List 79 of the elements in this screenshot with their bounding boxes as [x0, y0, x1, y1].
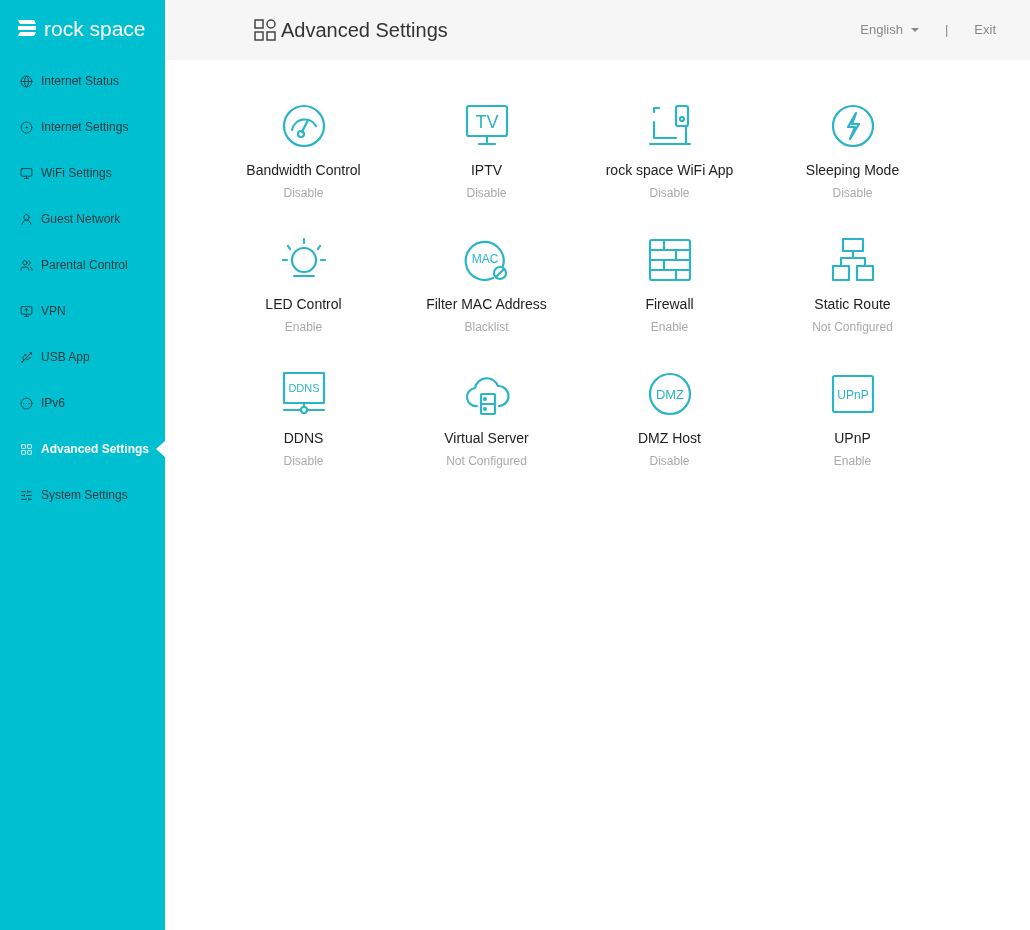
feature-tile[interactable]: MAC Filter MAC Address Blacklist: [395, 236, 578, 342]
feature-status: Disable: [649, 453, 690, 470]
feature-label: LED Control: [265, 295, 342, 314]
feature-tile[interactable]: UPnP UPnP Enable: [761, 370, 944, 476]
user-icon: [20, 212, 33, 226]
logo-icon: [16, 19, 38, 37]
feature-tile[interactable]: Virtual Server Not Configured: [395, 370, 578, 476]
phone-laptop-icon: [648, 104, 691, 146]
circle-icon: [20, 396, 33, 410]
gauge-icon: [282, 104, 325, 148]
feature-status: Not Configured: [812, 319, 893, 336]
monitor-network-icon: [282, 371, 325, 415]
icon-text: UPnP: [836, 388, 869, 402]
feature-status: Not Configured: [446, 453, 527, 470]
sidebar-item[interactable]: USB App: [0, 342, 98, 372]
mac-block-icon: [464, 240, 507, 281]
upnp-box-icon: [831, 374, 874, 414]
sidebar-item[interactable]: VPN: [0, 296, 74, 326]
feature-tile[interactable]: Sleeping Mode Disable: [761, 102, 944, 208]
feature-tile[interactable]: Bandwidth Control Disable: [212, 102, 395, 208]
sidebar-item[interactable]: IPv6: [0, 388, 73, 418]
icon-text: MAC: [471, 252, 498, 266]
monitor-icon: [20, 166, 33, 180]
icon-text: DDNS: [287, 382, 320, 394]
usb-icon: [20, 350, 33, 364]
feature-status: Disable: [649, 185, 690, 202]
feature-status: Enable: [833, 453, 872, 470]
feature-status: Disable: [283, 453, 324, 470]
logo-text: rock space: [44, 17, 146, 39]
feature-tile[interactable]: rock space WiFi App Disable: [578, 102, 761, 208]
circle-icon: [20, 120, 33, 134]
feature-status: Disable: [466, 185, 507, 202]
tv-icon: [465, 104, 508, 146]
feature-status: Enable: [650, 319, 689, 336]
feature-tile[interactable]: TV IPTV Disable: [395, 102, 578, 208]
icon-text: TV: [475, 112, 498, 132]
feature-tile[interactable]: DDNS DDNS Disable: [212, 370, 395, 476]
feature-label: IPTV: [470, 161, 503, 180]
feature-status: Enable: [284, 319, 323, 336]
sidebar-item[interactable]: WiFi Settings: [0, 158, 120, 188]
feature-label: Firewall: [645, 295, 694, 314]
sidebar-item[interactable]: Parental Control: [0, 250, 136, 280]
feature-label: Static Route: [814, 295, 891, 314]
sidebar-item[interactable]: System Settings: [0, 480, 136, 510]
caret-icon: [910, 28, 919, 32]
feature-label: DMZ Host: [638, 429, 701, 448]
grid-icon: [254, 19, 276, 41]
sidebar-item[interactable]: Internet Settings: [0, 112, 137, 142]
feature-label: Sleeping Mode: [805, 161, 900, 180]
sidebar-item[interactable]: Guest Network: [0, 204, 129, 234]
grid-icon: [20, 442, 33, 456]
bulb-icon: [281, 237, 326, 278]
feature-tile[interactable]: DMZ DMZ Host Disable: [578, 370, 761, 476]
feature-label: Bandwidth Control: [246, 161, 361, 180]
feature-tile[interactable]: Static Route Not Configured: [761, 236, 944, 342]
feature-label: DDNS: [283, 429, 324, 448]
feature-tile[interactable]: Firewall Enable: [578, 236, 761, 342]
page-title: Advanced Settings: [281, 18, 448, 43]
feature-label: rock space WiFi App: [605, 161, 734, 180]
sidebar-item[interactable]: Internet Status: [0, 66, 128, 96]
feature-label: UPnP: [834, 429, 871, 448]
globe-icon: [20, 74, 33, 88]
feature-status: Blacklist: [464, 319, 509, 336]
feature-label: Filter MAC Address: [426, 295, 547, 314]
sliders-icon: [20, 488, 33, 502]
lightning-icon: [831, 104, 874, 148]
feature-status: Disable: [283, 185, 324, 202]
feature-status: Disable: [832, 185, 873, 202]
users-icon: [20, 258, 33, 272]
active-pointer-icon: [156, 441, 165, 457]
brick-wall-icon: [648, 238, 691, 282]
network-tree-icon: [831, 237, 874, 282]
dmz-circle-icon: [648, 372, 691, 416]
icon-text: DMZ: [655, 387, 684, 402]
monitor-icon: [20, 304, 33, 318]
separator: |: [944, 21, 949, 40]
cloud-server-icon: [465, 377, 510, 416]
feature-tile[interactable]: LED Control Enable: [212, 236, 395, 342]
feature-label: Virtual Server: [444, 429, 529, 448]
